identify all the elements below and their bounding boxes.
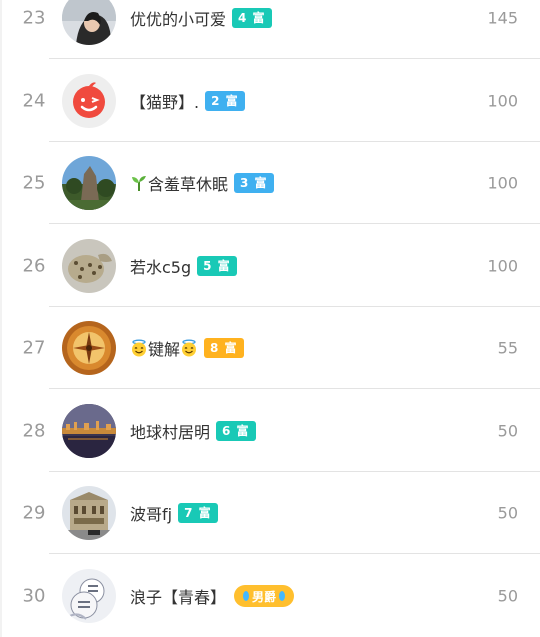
avatar[interactable] (62, 239, 116, 293)
score-value: 100 (487, 256, 518, 276)
avatar[interactable] (62, 569, 116, 623)
row-divider (49, 223, 540, 224)
wealth-badge: 4 富 (232, 8, 272, 28)
wealth-badge: 8 富 (204, 338, 244, 358)
landscape-photo-icon (62, 156, 116, 210)
user-name: 优优的小可爱 (130, 10, 227, 29)
list-item[interactable]: 28 地球村居明 6 富 50 (0, 390, 540, 472)
list-item[interactable]: 24 【猫野】. 2 富 100 (0, 60, 540, 142)
list-item[interactable]: 29 波哥fj 7 富 50 (0, 472, 540, 554)
wealth-badge: 6 富 (216, 421, 256, 441)
score-value: 50 (497, 503, 518, 523)
ranking-list: 23 优优的小可爱 4 富 145 24 【猫野】. 2 富 100 25 含羞… (0, 0, 540, 637)
rank-number: 30 (22, 585, 46, 607)
list-item[interactable]: 30 浪子【青春】 男爵 50 (0, 555, 540, 637)
list-item[interactable]: 27 键解 8 富 55 (0, 307, 540, 389)
list-item[interactable]: 25 含羞草休眠 3 富 100 (0, 142, 540, 224)
rank-number: 25 (22, 172, 46, 194)
wealth-badge: 7 富 (178, 503, 218, 523)
user-name: 【猫野】. (130, 93, 200, 112)
city-night-photo-icon (62, 404, 116, 458)
avatar[interactable] (62, 486, 116, 540)
cartoon-photo-icon (62, 569, 116, 623)
row-divider (49, 553, 540, 554)
rank-number: 26 (22, 255, 46, 277)
red-wink-face-icon (62, 74, 116, 128)
avatar[interactable] (62, 0, 116, 45)
user-name: 波哥fj (130, 505, 173, 524)
user-name: 地球村居明 (130, 423, 211, 442)
sprout-icon (130, 174, 148, 192)
avatar[interactable] (62, 321, 116, 375)
list-item[interactable]: 26 若水c5g 5 富 100 (0, 225, 540, 307)
building-photo-icon (62, 486, 116, 540)
list-item[interactable]: 23 优优的小可爱 4 富 145 (0, 0, 540, 59)
score-value: 100 (487, 173, 518, 193)
rank-number: 24 (22, 90, 46, 112)
score-value: 50 (497, 421, 518, 441)
rank-number: 28 (22, 420, 46, 442)
baron-badge: 男爵 (234, 585, 295, 607)
wing-icon (279, 591, 286, 601)
angel-face-icon (180, 339, 198, 357)
leopard-photo-icon (62, 239, 116, 293)
score-value: 145 (487, 8, 518, 28)
row-divider (49, 58, 540, 59)
avatar[interactable] (62, 74, 116, 128)
rank-number: 27 (22, 337, 46, 359)
wealth-badge: 3 富 (234, 173, 274, 193)
user-name: 键解 (148, 340, 181, 359)
avatar[interactable] (62, 156, 116, 210)
score-value: 55 (497, 338, 518, 358)
wealth-badge: 2 富 (205, 91, 245, 111)
baron-label: 男爵 (252, 589, 277, 604)
woman-photo-icon (62, 0, 116, 45)
user-name: 浪子【青春】 (130, 588, 227, 607)
compass-photo-icon (62, 321, 116, 375)
score-value: 100 (487, 91, 518, 111)
wealth-badge: 5 富 (197, 256, 237, 276)
user-name: 含羞草休眠 (148, 175, 229, 194)
user-name: 若水c5g (130, 258, 192, 277)
wing-icon (243, 591, 250, 601)
left-edge (0, 0, 2, 637)
avatar[interactable] (62, 404, 116, 458)
rank-number: 29 (22, 502, 46, 524)
row-divider (49, 388, 540, 389)
angel-face-icon (130, 339, 148, 357)
rank-number: 23 (22, 7, 46, 29)
score-value: 50 (497, 586, 518, 606)
